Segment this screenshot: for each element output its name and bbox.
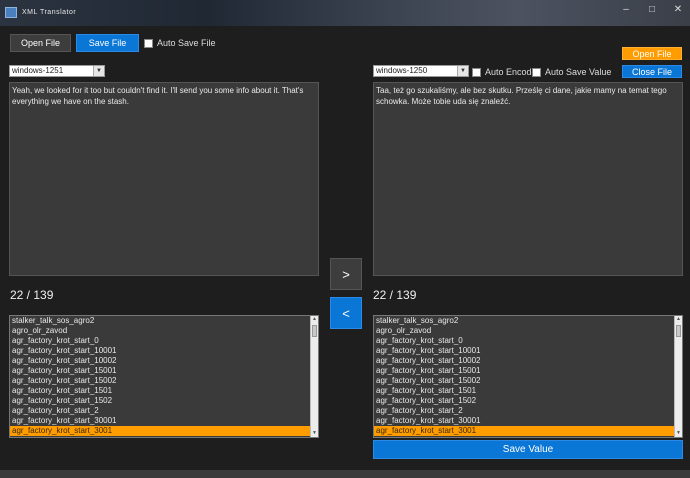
scroll-thumb[interactable] (676, 325, 681, 337)
maximize-button[interactable]: □ (646, 4, 658, 15)
auto-save-file-checkbox[interactable]: Auto Save File (144, 38, 216, 48)
scroll-up-icon[interactable]: ▲ (675, 316, 682, 323)
left-key-list[interactable]: stalker_talk_sos_agro2 agro_olr_zavod agr_… (9, 315, 319, 438)
list-item[interactable]: stalker_talk_sos_agro2 (10, 316, 318, 326)
close-file-button[interactable]: Close File (622, 65, 682, 78)
list-item[interactable]: agr_factory_krot_start_15002 (374, 376, 682, 386)
auto-encode-checkbox[interactable]: Auto Encode (472, 67, 537, 77)
list-item[interactable]: agro_olr_zavod (374, 326, 682, 336)
list-item[interactable]: agr_factory_krot_start_30001 (374, 416, 682, 426)
right-encoding-select[interactable]: windows-1250 ▼ (373, 65, 469, 77)
auto-encode-label: Auto Encode (485, 67, 537, 77)
close-window-button[interactable]: ✕ (672, 4, 684, 15)
list-item[interactable]: agr_factory_krot_start_3001 (374, 426, 682, 436)
list-item[interactable]: agro_olr_zavod (10, 326, 318, 336)
list-item[interactable]: agr_factory_krot_start_0 (10, 336, 318, 346)
auto-save-value-checkbox[interactable]: Auto Save Value (532, 67, 611, 77)
list-item[interactable]: agr_factory_krot_start_2 (374, 406, 682, 416)
source-text-area[interactable]: Yeah, we looked for it too but couldn't … (9, 82, 319, 276)
chevron-down-icon: ▼ (93, 66, 104, 76)
list-item[interactable]: agr_factory_krot_start_2 (10, 406, 318, 416)
chevron-down-icon: ▼ (457, 66, 468, 76)
right-counter: 22 / 139 (373, 288, 417, 302)
left-encoding-select[interactable]: windows-1251 ▼ (9, 65, 105, 77)
list-item[interactable]: agr_factory_krot_start_15002 (10, 376, 318, 386)
minimize-button[interactable]: – (620, 4, 632, 15)
scroll-thumb[interactable] (312, 325, 317, 337)
left-list-scrollbar[interactable]: ▲ ▼ (310, 316, 318, 437)
list-item[interactable]: agr_factory_krot_start_15001 (10, 366, 318, 376)
save-file-button[interactable]: Save File (76, 34, 139, 52)
open-file-button[interactable]: Open File (10, 34, 71, 52)
auto-save-value-label: Auto Save Value (545, 67, 612, 77)
scroll-down-icon[interactable]: ▼ (311, 430, 318, 437)
list-item[interactable]: agr_factory_krot_start_1502 (374, 396, 682, 406)
taskbar-strip (0, 470, 690, 478)
list-item[interactable]: agr_factory_krot_start_15001 (374, 366, 682, 376)
left-counter: 22 / 139 (10, 288, 54, 302)
list-item[interactable]: agr_factory_krot_start_10001 (374, 346, 682, 356)
list-item[interactable]: agr_factory_krot_start_1501 (10, 386, 318, 396)
right-key-list[interactable]: stalker_talk_sos_agro2 agro_olr_zavod agr_… (373, 315, 683, 438)
left-encoding-value: windows-1251 (12, 66, 64, 75)
list-item[interactable]: agr_factory_krot_start_10001 (10, 346, 318, 356)
auto-save-file-label: Auto Save File (157, 38, 216, 48)
scroll-down-icon[interactable]: ▼ (675, 430, 682, 437)
window-title: XML Translator (22, 9, 77, 16)
save-value-button[interactable]: Save Value (373, 440, 683, 459)
scroll-up-icon[interactable]: ▲ (311, 316, 318, 323)
app-icon (5, 7, 17, 18)
title-bar: XML Translator – □ ✕ (0, 0, 690, 26)
checkbox-box[interactable] (532, 67, 541, 77)
translation-text-area[interactable]: Taa, też go szukaliśmy, ale bez skutku. … (373, 82, 683, 276)
list-item[interactable]: agr_factory_krot_start_10002 (10, 356, 318, 366)
right-open-file-button[interactable]: Open File (622, 47, 682, 60)
checkbox-box[interactable] (144, 38, 153, 48)
list-item[interactable]: agr_factory_krot_start_1502 (10, 396, 318, 406)
list-item[interactable]: stalker_talk_sos_agro2 (374, 316, 682, 326)
copy-forward-button[interactable]: > (330, 258, 362, 290)
list-item[interactable]: agr_factory_krot_start_30001 (10, 416, 318, 426)
checkbox-box[interactable] (472, 67, 481, 77)
list-item[interactable]: agr_factory_krot_start_0 (374, 336, 682, 346)
right-encoding-value: windows-1250 (376, 66, 428, 75)
list-item[interactable]: agr_factory_krot_start_3001 (10, 426, 318, 436)
copy-back-button[interactable]: < (330, 297, 362, 329)
right-list-scrollbar[interactable]: ▲ ▼ (674, 316, 682, 437)
list-item[interactable]: agr_factory_krot_start_10002 (374, 356, 682, 366)
list-item[interactable]: agr_factory_krot_start_1501 (374, 386, 682, 396)
